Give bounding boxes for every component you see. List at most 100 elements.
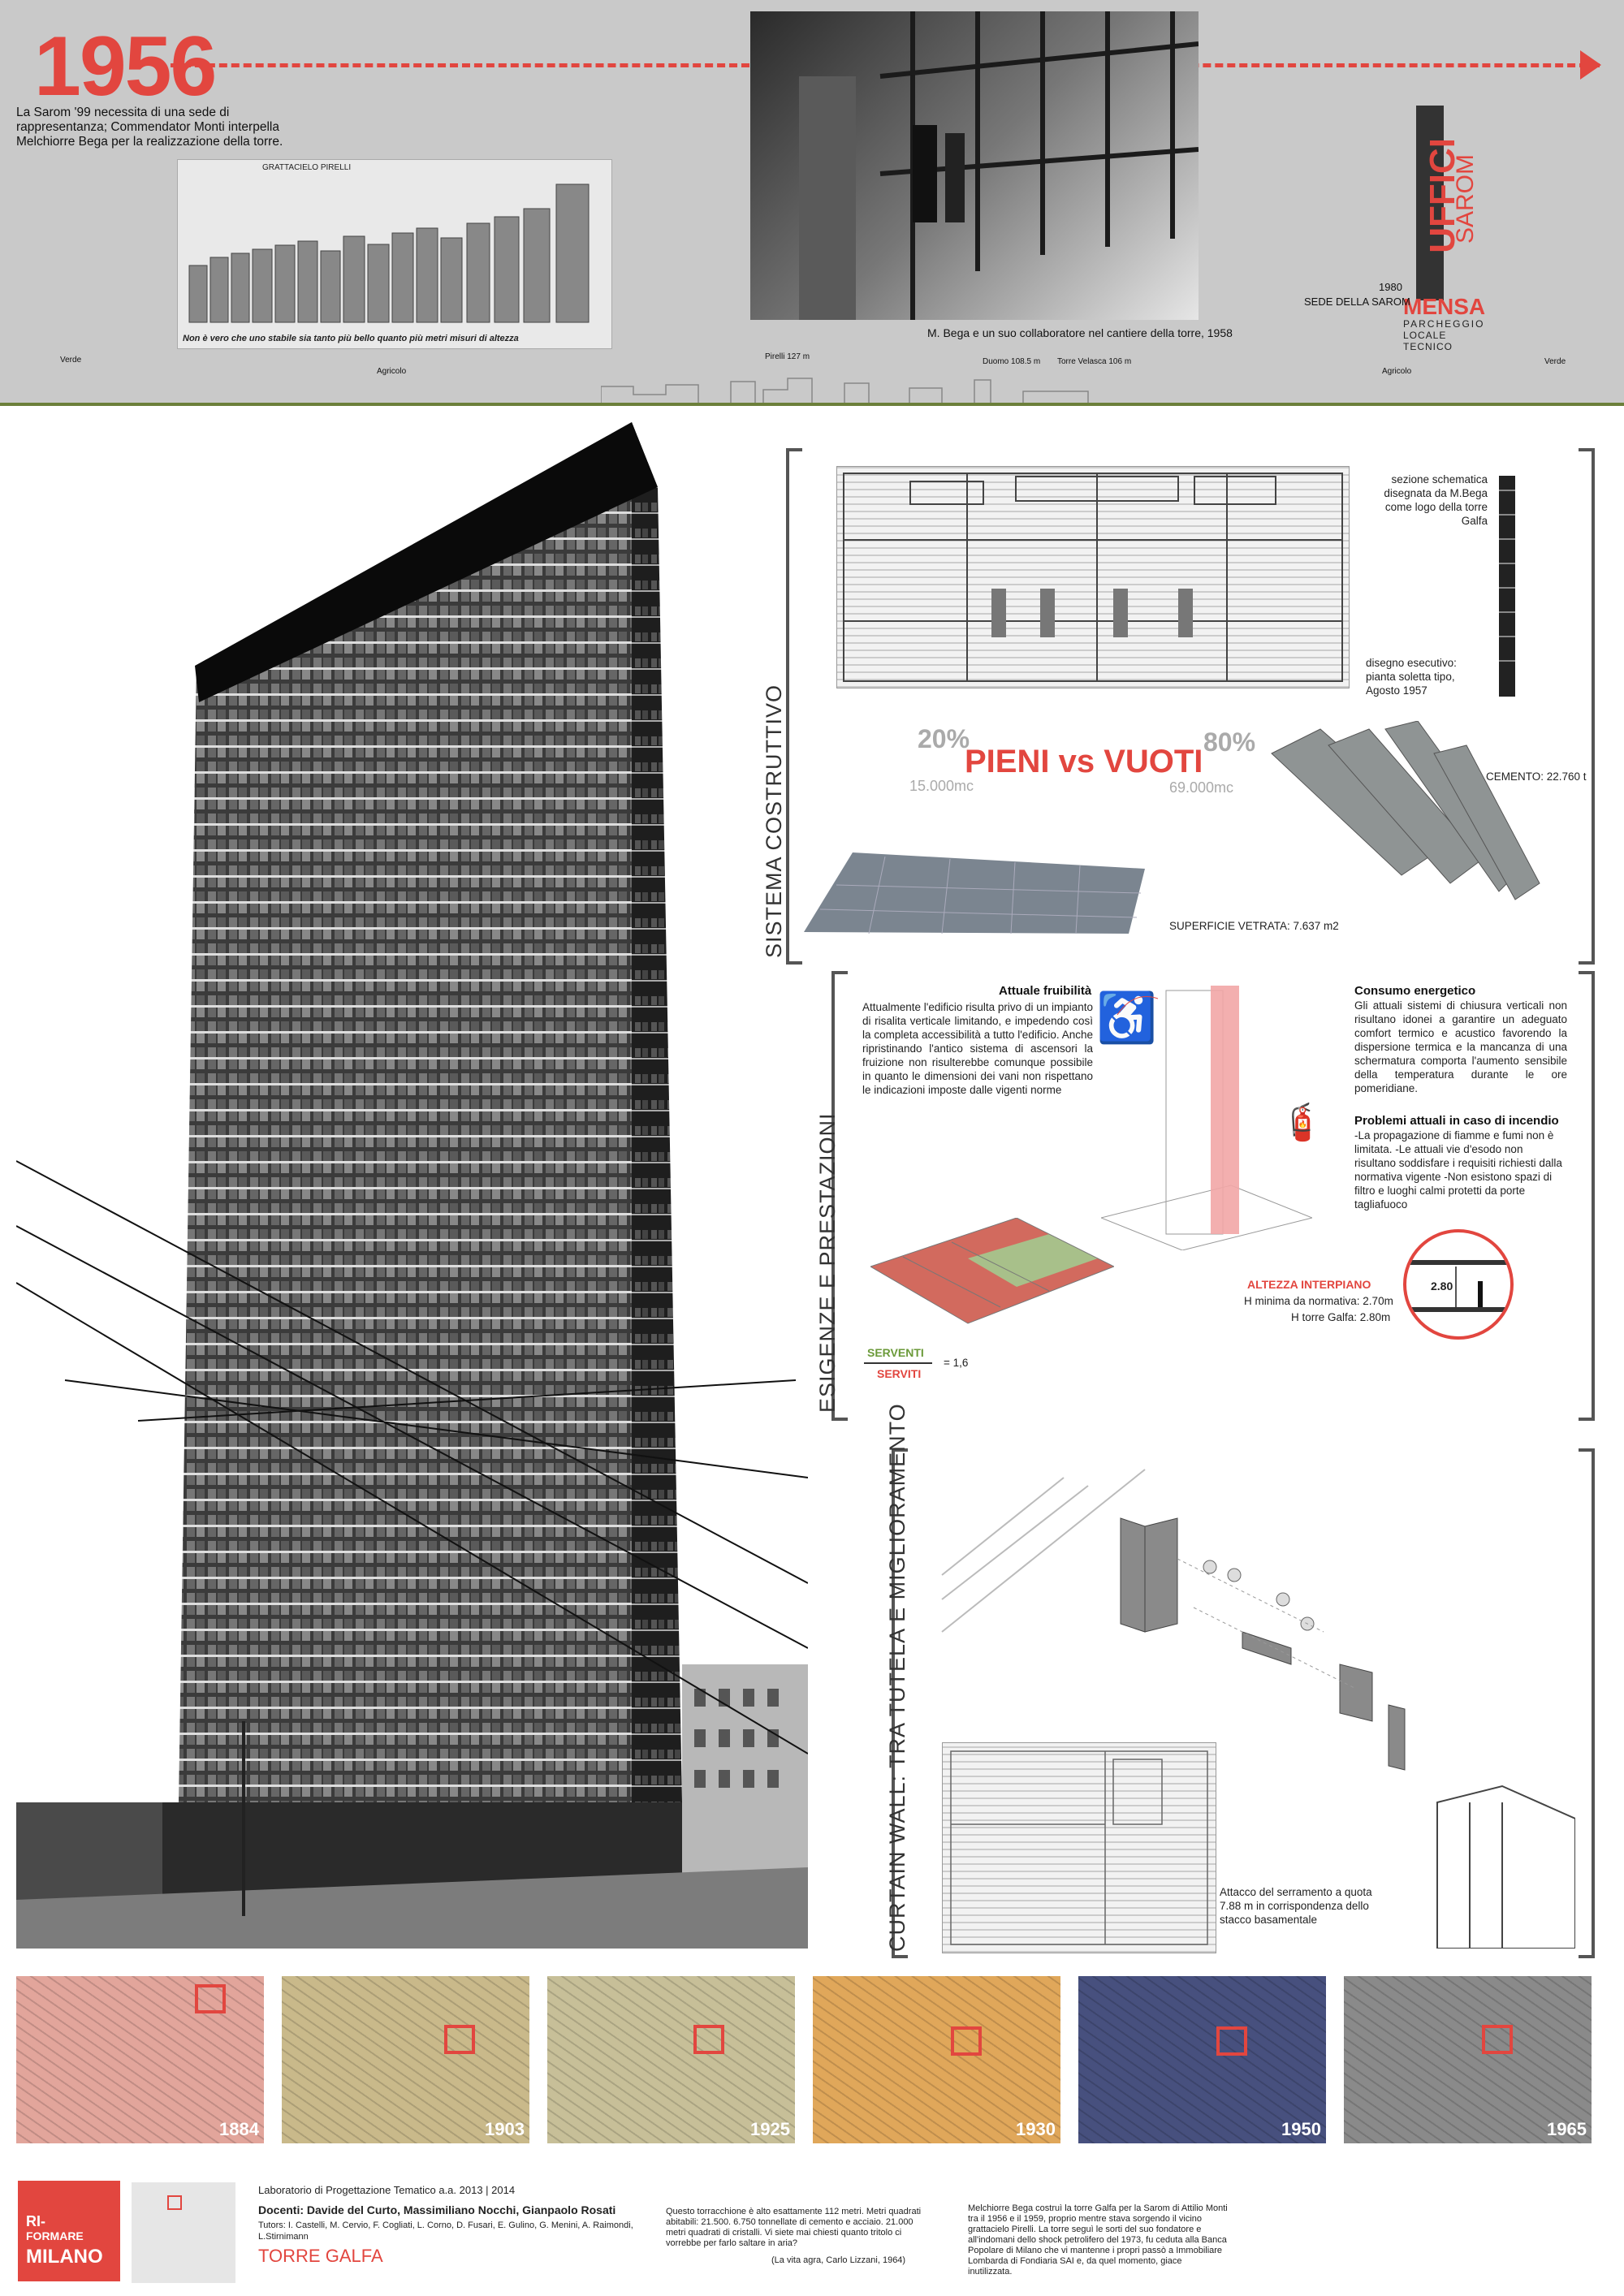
history-text: Melchiorre Bega costruì la torre Galfa p… <box>968 2203 1228 2277</box>
pieni-vuoti-headline: PIENI vs VUOTI <box>965 744 1203 779</box>
consumo-head: Consumo energetico <box>1354 984 1476 998</box>
curtain-wall-detail-drawing <box>942 1742 1216 1953</box>
sign-label: SEDE DELLA SAROM <box>1304 296 1410 308</box>
quote-source: (La vita agra, Carlo Lizzani, 1964) <box>771 2255 906 2265</box>
skyline-bars-illustration <box>188 183 590 323</box>
footer: RI- FORMARE MILANO Laboratorio di Proget… <box>0 2156 1624 2296</box>
lab-label: Laboratorio di Progettazione Tematico a.… <box>258 2184 516 2196</box>
locator-marker <box>167 2195 182 2210</box>
docenti-label: Docenti: Davide del Curto, Massimiliano … <box>258 2203 616 2216</box>
pct-left: 20% <box>918 724 970 753</box>
clip-caption: Non è vero che uno stabile sia tanto più… <box>183 334 519 343</box>
fruibilita-text: Attualmente l'edificio risulta privo di … <box>862 1001 1093 1096</box>
glazing-render <box>804 836 1145 934</box>
sign-sarom: SAROM <box>1452 154 1479 244</box>
superficie-label: SUPERFICIE VETRATA: 7.637 m2 <box>1169 920 1339 932</box>
sign-mensa: MENSA <box>1403 294 1486 319</box>
skyline-label: Duomo 108.5 m <box>983 357 1041 366</box>
section-schematic-icon <box>1492 474 1522 698</box>
section-title-sistema: SISTEMA COSTRUTTIVO <box>762 684 786 958</box>
consumo-text: Gli attuali sistemi di chiusura vertical… <box>1354 999 1567 1094</box>
sign-year: 1980 <box>1379 281 1402 293</box>
extinguisher-icon: 🧯 <box>1280 1103 1324 1142</box>
map-year: 1884 <box>219 2119 259 2139</box>
skyline-label: Verde <box>1544 357 1566 366</box>
skyline-label: Pirelli 127 m <box>765 352 810 361</box>
logo-line1: RI- <box>26 2213 45 2229</box>
window-grid-illustration <box>799 11 1199 320</box>
map-year: 1903 <box>485 2119 525 2139</box>
section-bracket-right <box>1579 971 1595 1421</box>
section-note: sezione schematica disegnata da M.Bega c… <box>1384 473 1488 527</box>
arrow-head-icon <box>1580 50 1601 80</box>
slab-bottom <box>1406 1307 1510 1312</box>
altezza-value: 2.80 <box>1431 1280 1453 1293</box>
person-icon <box>1478 1281 1483 1307</box>
floor-iso-diagram <box>869 1217 1116 1340</box>
photo-caption: M. Bega e un suo collaboratore nel canti… <box>927 326 1233 339</box>
section-bracket-left <box>786 448 802 965</box>
map-year: 1965 <box>1547 2119 1587 2139</box>
serviti-label: SERVITI <box>877 1367 922 1380</box>
incendio-head: Problemi attuali in caso di incendio <box>1354 1114 1559 1128</box>
skyline-label: Agricolo <box>377 367 407 376</box>
map-tile-1884: 1884 <box>16 1976 264 2143</box>
vol-right: 69.000mc <box>1169 779 1234 796</box>
vol-left: 15.000mc <box>909 778 974 794</box>
section-title-curtain: CURTAIN WALL: TRA TUTELA E MIGLIORAMENTO <box>885 1403 909 1952</box>
slab-top <box>1406 1260 1510 1265</box>
site-marker <box>444 2025 475 2054</box>
map-year: 1930 <box>1016 2119 1056 2139</box>
incendio-text: -La propagazione di fiamme e fumi non è … <box>1354 1129 1562 1211</box>
logo-line2: FORMARE <box>26 2229 84 2242</box>
ratio-value: = 1,6 <box>944 1357 969 1369</box>
map-tile-1950: 1950 <box>1078 1976 1326 2143</box>
torre-galfa-photo <box>16 422 808 1949</box>
construction-photo <box>750 11 1199 320</box>
map-year: 1925 <box>750 2119 790 2139</box>
map-tile-1925: 1925 <box>547 1976 795 2143</box>
timeline-intro: La Sarom '99 necessita di una sede di ra… <box>16 106 283 149</box>
section-title-esigenze: ESIGENZE E PRESTAZIONI <box>815 1112 840 1413</box>
sign-locale: LOCALE TECNICO <box>1403 330 1453 352</box>
newspaper-clipping: GRATTACIELO PIRELLI Non è vero che uno s… <box>177 159 612 349</box>
project-title: TORRE GALFA <box>258 2246 383 2266</box>
skyline-label: Verde <box>60 356 82 365</box>
historical-maps-strip: 1884 1903 1925 1930 1950 1965 <box>16 1976 1608 2145</box>
cemento-label: CEMENTO: 22.760 t <box>1486 770 1587 783</box>
site-marker <box>1482 2025 1513 2054</box>
curtain-caption: Attacco del serramento a quota 7.88 m in… <box>1220 1886 1372 1926</box>
timeline-year: 1956 <box>34 19 217 114</box>
quote-text: Questo torracchione è alto esattamente 1… <box>666 2207 922 2248</box>
timeline-band: 1956 La Sarom '99 necessita di una sede … <box>0 0 1624 404</box>
concrete-structure-render <box>1255 720 1548 901</box>
section-bracket-right <box>1579 1448 1595 1958</box>
map-tile-1930: 1930 <box>813 1976 1060 2143</box>
site-marker <box>951 2026 982 2056</box>
skyline-label: Torre Velasca 106 m <box>1057 357 1132 366</box>
plan-lines-illustration <box>843 473 1343 682</box>
dimension-line <box>1455 1267 1457 1307</box>
riformare-logo: RI- FORMARE MILANO <box>18 2181 120 2281</box>
section-bracket-right <box>1579 448 1595 965</box>
sign-parcheggio: PARCHEGGIO <box>1403 318 1485 330</box>
fruibilita-head: Attuale fruibilità <box>999 984 1092 998</box>
site-marker <box>1216 2026 1247 2056</box>
pct-right: 80% <box>1203 727 1256 757</box>
altezza-galfa: H torre Galfa: 2.80m <box>1291 1311 1391 1323</box>
tutors-label: Tutors: I. Castelli, M. Cervio, F. Cogli… <box>258 2220 633 2242</box>
altezza-head: ALTEZZA INTERPIANO <box>1247 1278 1371 1291</box>
milan-locator-map <box>132 2182 235 2283</box>
skyline-silhouette <box>601 378 1089 403</box>
plan-note: disegno esecutivo: pianta soletta tipo, … <box>1366 657 1457 697</box>
map-year: 1950 <box>1281 2119 1321 2139</box>
ratio-line <box>864 1362 932 1364</box>
map-tile-1903: 1903 <box>282 1976 529 2143</box>
ground-line <box>0 403 1624 406</box>
logo-line3: MILANO <box>26 2246 103 2268</box>
site-marker <box>195 1984 226 2013</box>
skyline-label: Agricolo <box>1382 367 1412 376</box>
serventi-label: SERVENTI <box>867 1346 924 1359</box>
altezza-min: H minima da normativa: 2.70m <box>1244 1295 1393 1307</box>
altezza-detail-circle: 2.80 <box>1403 1229 1514 1340</box>
